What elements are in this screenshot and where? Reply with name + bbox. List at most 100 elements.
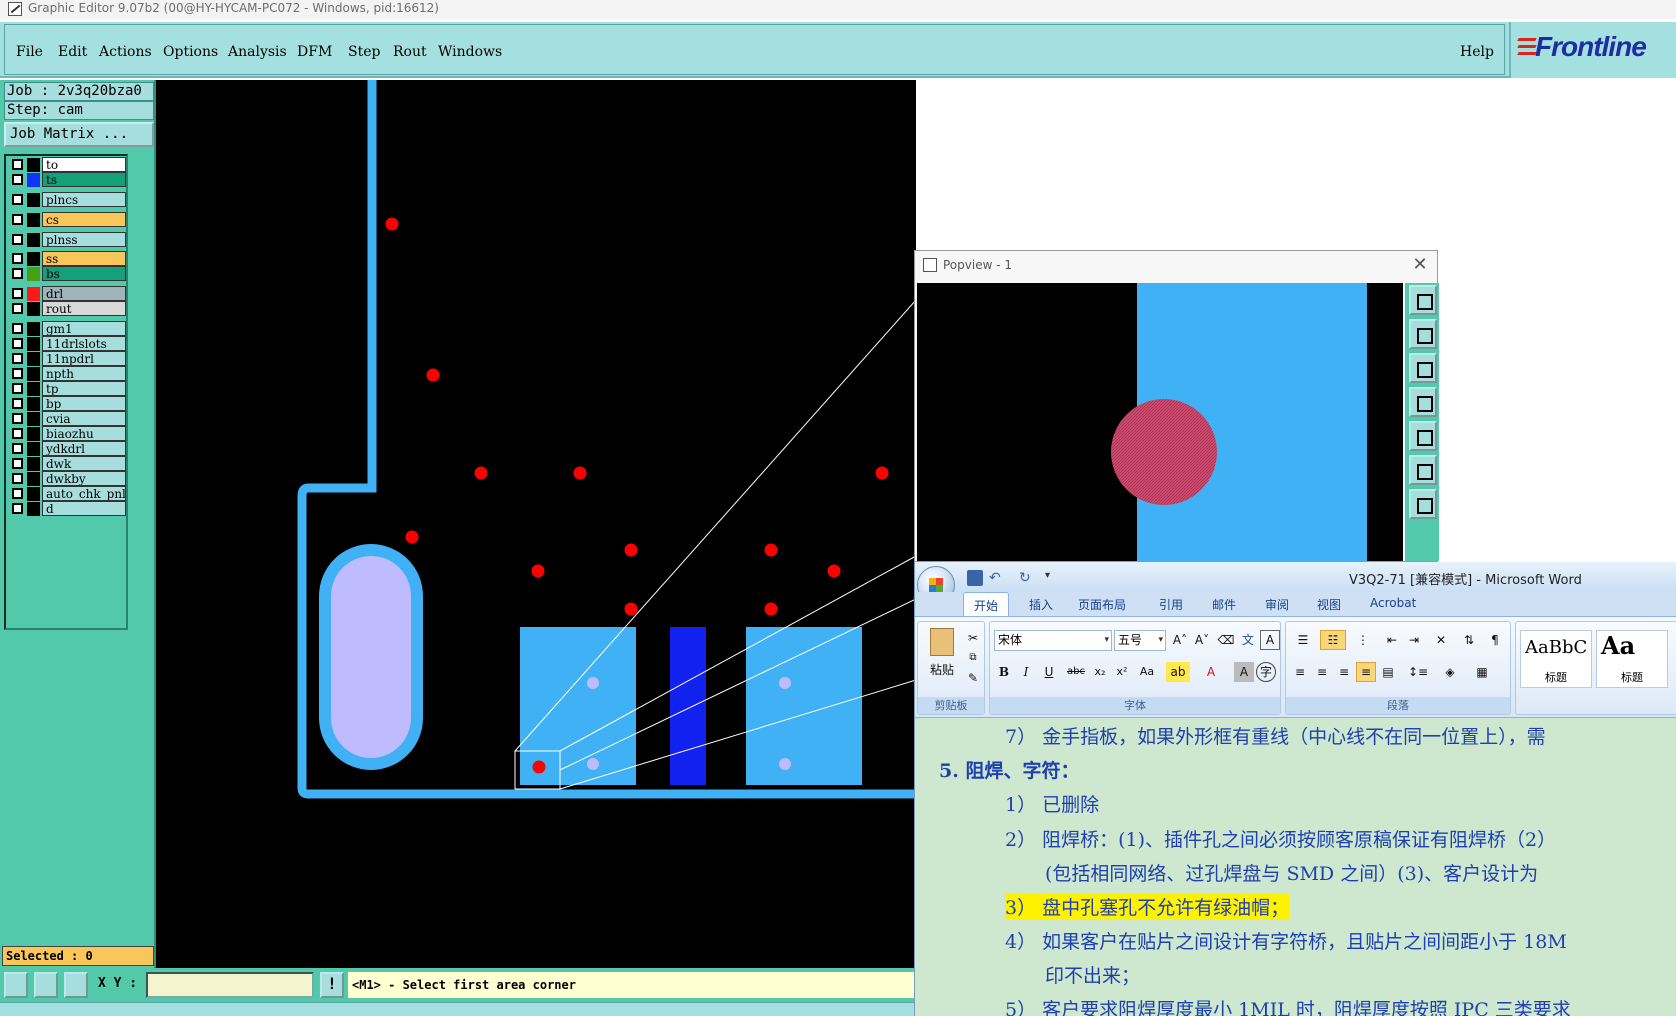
layer-name[interactable]: plnss (42, 232, 126, 247)
copy-icon[interactable]: ⧉ (964, 648, 982, 668)
layer-row-plncs[interactable]: plncs (8, 192, 126, 207)
layer-row-ydkdrl[interactable]: ydkdrl (8, 441, 126, 456)
char-border-icon[interactable]: A (1260, 630, 1280, 650)
subscript-icon[interactable]: x₂ (1090, 662, 1110, 682)
shrink-font-icon[interactable]: A˅ (1192, 630, 1212, 650)
borders-icon[interactable]: ▦ (1468, 662, 1496, 682)
menu-options[interactable]: Options (163, 44, 218, 60)
layer-row-bp[interactable]: bp (8, 396, 126, 411)
layer-row-biaozhu[interactable]: biaozhu (8, 426, 126, 441)
layer-checkbox[interactable] (12, 234, 23, 245)
bold-icon[interactable]: B (994, 662, 1014, 682)
font-size-combo[interactable]: 五号 (1114, 630, 1166, 651)
layer-checkbox[interactable] (12, 413, 23, 424)
close-icon[interactable]: ✕ (1409, 254, 1431, 276)
layer-color-swatch[interactable] (27, 442, 40, 456)
layer-name[interactable]: 11npdrl (42, 351, 126, 366)
layer-checkbox[interactable] (12, 303, 23, 314)
layer-checkbox[interactable] (12, 268, 23, 279)
tab-references[interactable]: 引用 (1159, 596, 1183, 613)
layer-name[interactable]: cs (42, 212, 126, 227)
align-right-icon[interactable]: ≡ (1334, 662, 1354, 682)
align-center-icon[interactable]: ≡ (1312, 662, 1332, 682)
menu-actions[interactable]: Actions (99, 44, 152, 60)
layer-name[interactable]: drl (42, 286, 126, 301)
tab-page-layout[interactable]: 页面布局 (1078, 596, 1126, 613)
layer-row-11npdrl[interactable]: 11npdrl (8, 351, 126, 366)
pv-pan-down-icon[interactable] (1409, 353, 1437, 383)
layer-row-dwk[interactable]: dwk (8, 456, 126, 471)
menu-dfm[interactable]: DFM (297, 44, 332, 60)
layer-row-auto_chk_pnl[interactable]: auto_chk_pnl (8, 486, 126, 501)
tab-acrobat[interactable]: Acrobat (1370, 596, 1416, 610)
layer-checkbox[interactable] (12, 353, 23, 364)
layer-color-swatch[interactable] (27, 213, 40, 227)
layer-color-swatch[interactable] (27, 412, 40, 426)
tab-view[interactable]: 视图 (1317, 596, 1341, 613)
multilevel-list-icon[interactable]: ⋮ (1350, 630, 1376, 650)
layer-name[interactable]: npth (42, 366, 126, 381)
layer-checkbox[interactable] (12, 473, 23, 484)
layer-checkbox[interactable] (12, 368, 23, 379)
layer-row-cs[interactable]: cs (8, 212, 126, 227)
layer-checkbox[interactable] (12, 214, 23, 225)
layer-row-ss[interactable]: ss (8, 251, 126, 266)
style-heading-2[interactable]: Aa 标题 (1596, 630, 1668, 688)
layer-color-swatch[interactable] (27, 287, 40, 301)
layer-color-swatch[interactable] (27, 427, 40, 441)
layer-color-swatch[interactable] (27, 397, 40, 411)
menu-analysis[interactable]: Analysis (228, 44, 287, 60)
document-body[interactable]: 7） 金手指板，如果外形框有重线（中心线不在同一位置上），需 5. 阻焊、字符：… (915, 718, 1676, 1016)
pv-pan-right-icon[interactable] (1409, 421, 1437, 451)
menu-edit[interactable]: Edit (58, 44, 87, 60)
format-painter-icon[interactable]: ✎ (964, 668, 982, 688)
layer-name[interactable]: ts (42, 172, 126, 187)
layer-row-dwkby[interactable]: dwkby (8, 471, 126, 486)
undo-icon[interactable]: ↶ (989, 570, 1005, 586)
layer-checkbox[interactable] (12, 503, 23, 514)
change-case-icon[interactable]: Aa (1134, 662, 1160, 682)
layer-name[interactable]: tp (42, 381, 126, 396)
layer-color-swatch[interactable] (27, 322, 40, 336)
pv-zoom-out-icon[interactable] (1409, 489, 1437, 519)
layer-color-swatch[interactable] (27, 302, 40, 316)
exclamation-button[interactable]: ! (320, 972, 344, 998)
font-name-combo[interactable]: 宋体 (994, 630, 1112, 651)
layer-name[interactable]: cvia (42, 411, 126, 426)
grid-icon[interactable] (64, 972, 88, 998)
redo-icon[interactable]: ↻ (1019, 570, 1035, 586)
menu-step[interactable]: Step (348, 44, 380, 60)
layer-row-cvia[interactable]: cvia (8, 411, 126, 426)
layer-color-swatch[interactable] (27, 267, 40, 281)
bullets-icon[interactable]: ☰ (1290, 630, 1316, 650)
layer-color-swatch[interactable] (27, 382, 40, 396)
layer-name[interactable]: gm1 (42, 321, 126, 336)
pv-zoom-in-icon[interactable] (1409, 285, 1437, 315)
grow-font-icon[interactable]: A˄ (1170, 630, 1190, 650)
layer-checkbox[interactable] (12, 443, 23, 454)
layer-name[interactable]: ss (42, 251, 126, 266)
layer-name[interactable]: to (42, 157, 126, 172)
paste-icon[interactable] (930, 628, 954, 656)
layer-color-swatch[interactable] (27, 487, 40, 501)
superscript-icon[interactable]: x² (1112, 662, 1132, 682)
layer-row-tp[interactable]: tp (8, 381, 126, 396)
chinese-layout-icon[interactable]: ✕ (1428, 630, 1454, 650)
layer-checkbox[interactable] (12, 194, 23, 205)
layer-row-rout[interactable]: rout (8, 301, 126, 316)
layer-checkbox[interactable] (12, 338, 23, 349)
show-marks-icon[interactable]: ¶ (1484, 630, 1506, 650)
sort-icon[interactable]: ⇅ (1458, 630, 1480, 650)
layer-name[interactable]: plncs (42, 192, 126, 207)
highlight-icon[interactable]: ab (1166, 662, 1190, 682)
layer-name[interactable]: 11drlslots (42, 336, 126, 351)
enclose-char-icon[interactable]: 字 (1256, 662, 1276, 682)
tab-insert[interactable]: 插入 (1029, 596, 1053, 613)
layer-name[interactable]: biaozhu (42, 426, 126, 441)
measure-icon[interactable] (34, 972, 58, 998)
justify-icon[interactable]: ≡ (1356, 662, 1376, 682)
italic-icon[interactable]: I (1016, 662, 1036, 682)
layer-checkbox[interactable] (12, 253, 23, 264)
cut-icon[interactable]: ✂ (964, 628, 982, 648)
layer-name[interactable]: dwk (42, 456, 126, 471)
